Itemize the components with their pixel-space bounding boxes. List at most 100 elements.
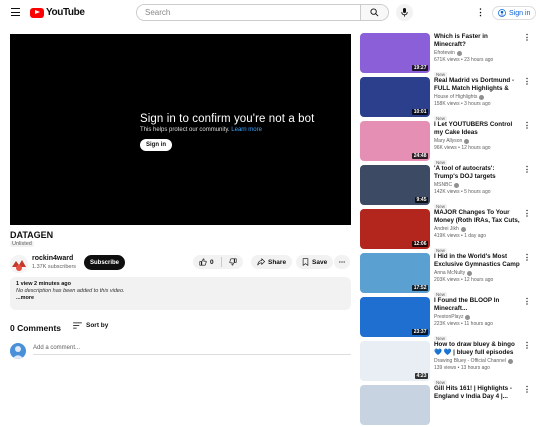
video-info: How to draw bluey & bingo 💙 💙 | bluey fu… [434, 341, 520, 389]
recommended-channel[interactable]: PrestonPlayz [434, 314, 520, 320]
channel-avatar[interactable] [10, 255, 28, 273]
recommended-video[interactable]: Gill Hits 161! | Highlights - England v … [360, 385, 531, 427]
recommended-channel[interactable]: Anna McNulty [434, 270, 520, 276]
duration-badge: 12:06 [412, 241, 428, 247]
verified-icon [467, 270, 473, 276]
recommended-title[interactable]: I Hid in the World's Most Exclusive Gymn… [434, 253, 520, 269]
sort-by-button[interactable]: Sort by [73, 322, 108, 329]
youtube-logo[interactable]: YouTube [30, 7, 85, 18]
verified-icon [460, 226, 466, 232]
video-thumbnail[interactable]: 9:45 [360, 165, 430, 205]
description-box[interactable]: 1 view 2 minutes ago No description has … [10, 277, 351, 310]
video-info: I Hid in the World's Most Exclusive Gymn… [434, 253, 520, 301]
recommended-title[interactable]: MAJOR Changes To Your Money (Roth IRAs, … [434, 209, 520, 225]
recommended-title[interactable]: How to draw bluey & bingo 💙 💙 | bluey fu… [434, 341, 520, 357]
more-options-icon[interactable]: ⋮ [523, 342, 531, 350]
share-button[interactable]: Share [251, 255, 293, 269]
recommended-title[interactable]: Which is Faster in Minecraft? [434, 33, 520, 49]
recommended-channel[interactable]: House of Highlights [434, 94, 520, 100]
search-button[interactable] [360, 5, 388, 20]
view-count-and-date: 1 view 2 minutes ago [16, 281, 72, 287]
more-options-icon[interactable]: ⋮ [523, 34, 531, 42]
more-actions-button[interactable]: ⋯ [334, 255, 350, 269]
recommended-views: 142K views • 5 hours ago [434, 189, 491, 195]
recommended-video[interactable]: 4:23 How to draw bluey & bingo 💙 💙 | blue… [360, 341, 531, 385]
video-thumbnail[interactable]: 12:06 [360, 209, 430, 249]
voice-search-button[interactable] [396, 4, 413, 21]
video-info: I Let YOUTUBERS Control my Cake Ideas Mar… [434, 121, 520, 169]
show-more-link[interactable]: ...more [16, 295, 345, 302]
more-options-icon[interactable]: ⋮ [476, 8, 485, 17]
more-options-icon[interactable]: ⋮ [523, 122, 531, 130]
video-thumbnail[interactable]: 23:37 [360, 297, 430, 337]
subscribe-button[interactable]: Subscribe [84, 255, 125, 270]
recommended-title[interactable]: Real Madrid vs Dortmund - FULL Match Hig… [434, 77, 520, 93]
bot-check-heading: Sign in to confirm you're not a bot [140, 113, 315, 125]
like-dislike-group: 0 [193, 255, 243, 269]
search-bar [136, 4, 389, 21]
more-options-icon[interactable]: ⋮ [523, 254, 531, 262]
bot-check-message: Sign in to confirm you're not a bot This… [140, 113, 314, 151]
video-info: 'A tool of autocrats': Trump's DOJ targe… [434, 165, 520, 213]
add-comment-input[interactable]: Add a comment... [33, 345, 351, 355]
search-input[interactable] [137, 5, 360, 20]
recommended-channel[interactable]: Mary Allyson [434, 138, 520, 144]
verified-icon [465, 314, 471, 320]
learn-more-link[interactable]: Learn more [231, 127, 262, 133]
recommended-video[interactable]: 12:06 MAJOR Changes To Your Money (Roth I… [360, 209, 531, 253]
player-sign-in-button[interactable]: Sign in [140, 139, 172, 151]
more-options-icon[interactable]: ⋮ [523, 298, 531, 306]
video-thumbnail[interactable]: 24:48 [360, 121, 430, 161]
comments-count: 0 Comments [10, 323, 62, 333]
thumbs-down-icon[interactable] [229, 258, 237, 266]
top-bar: YouTube ⋮ Sign in [0, 0, 540, 26]
user-avatar [10, 343, 26, 359]
video-thumbnail[interactable]: 10:01 [360, 77, 430, 117]
recommended-video[interactable]: 17:52 I Hid in the World's Most Exclusive… [360, 253, 531, 297]
verified-icon [454, 182, 460, 188]
recommended-title[interactable]: I Found the BLOOP In Minecraft... [434, 297, 520, 313]
recommended-channel[interactable]: Efrotewin [434, 50, 520, 56]
duration-badge: 23:37 [412, 329, 428, 335]
recommended-title[interactable]: Gill Hits 161! | Highlights - England v … [434, 385, 520, 401]
more-horizontal-icon: ⋯ [338, 259, 346, 266]
recommended-title[interactable]: 'A tool of autocrats': Trump's DOJ targe… [434, 165, 520, 181]
video-thumbnail[interactable]: 17:52 [360, 253, 430, 293]
recommended-title[interactable]: I Let YOUTUBERS Control my Cake Ideas [434, 121, 520, 137]
sign-in-button[interactable]: Sign in [492, 6, 537, 20]
verified-icon [479, 94, 485, 100]
logo-text: YouTube [46, 7, 85, 18]
recommended-video[interactable]: 10:01 Real Madrid vs Dortmund - FULL Matc… [360, 77, 531, 121]
more-options-icon[interactable]: ⋮ [523, 210, 531, 218]
video-info: MAJOR Changes To Your Money (Roth IRAs, … [434, 209, 520, 257]
menu-icon[interactable] [11, 8, 20, 16]
unlisted-badge: Unlisted [10, 241, 34, 247]
more-options-icon[interactable]: ⋮ [523, 78, 531, 86]
video-player[interactable]: Sign in to confirm you're not a bot This… [10, 34, 351, 225]
subscriber-count: 1.37K subscribers [32, 264, 77, 270]
video-info: Gill Hits 161! | Highlights - England v … [434, 385, 520, 401]
recommended-views: 203K views • 12 hours ago [434, 277, 494, 283]
sort-icon [73, 322, 82, 329]
recommended-video[interactable]: 24:48 I Let YOUTUBERS Control my Cake Ide… [360, 121, 531, 165]
recommended-video[interactable]: 23:37 I Found the BLOOP In Minecraft... Pr… [360, 297, 531, 341]
video-info: Which is Faster in Minecraft? Efrotewin 67… [434, 33, 520, 81]
video-thumbnail[interactable] [360, 385, 430, 425]
verified-icon [456, 50, 462, 56]
recommended-views: 671K views • 23 hours ago [434, 57, 494, 63]
save-button[interactable]: Save [296, 255, 334, 269]
bot-check-subtext: This helps protect our community. Learn … [140, 127, 262, 133]
recommended-channel[interactable]: Drawing Bluey - Official Channel [434, 358, 520, 364]
video-thumbnail[interactable]: 4:23 [360, 341, 430, 381]
recommended-channel[interactable]: Andrei Jikh [434, 226, 520, 232]
recommended-channel[interactable]: MSNBC [434, 182, 520, 188]
more-options-icon[interactable]: ⋮ [523, 166, 531, 174]
channel-name[interactable]: rockin4ward [32, 255, 73, 262]
video-thumbnail[interactable]: 19:27 [360, 33, 430, 73]
recommended-video[interactable]: 9:45 'A tool of autocrats': Trump's DOJ t… [360, 165, 531, 209]
thumbs-up-icon[interactable] [199, 258, 207, 266]
more-options-icon[interactable]: ⋮ [523, 386, 531, 394]
recommended-video[interactable]: 19:27 Which is Faster in Minecraft? Efrote… [360, 33, 531, 77]
video-info: Real Madrid vs Dortmund - FULL Match Hig… [434, 77, 520, 125]
duration-badge: 10:01 [412, 109, 428, 115]
